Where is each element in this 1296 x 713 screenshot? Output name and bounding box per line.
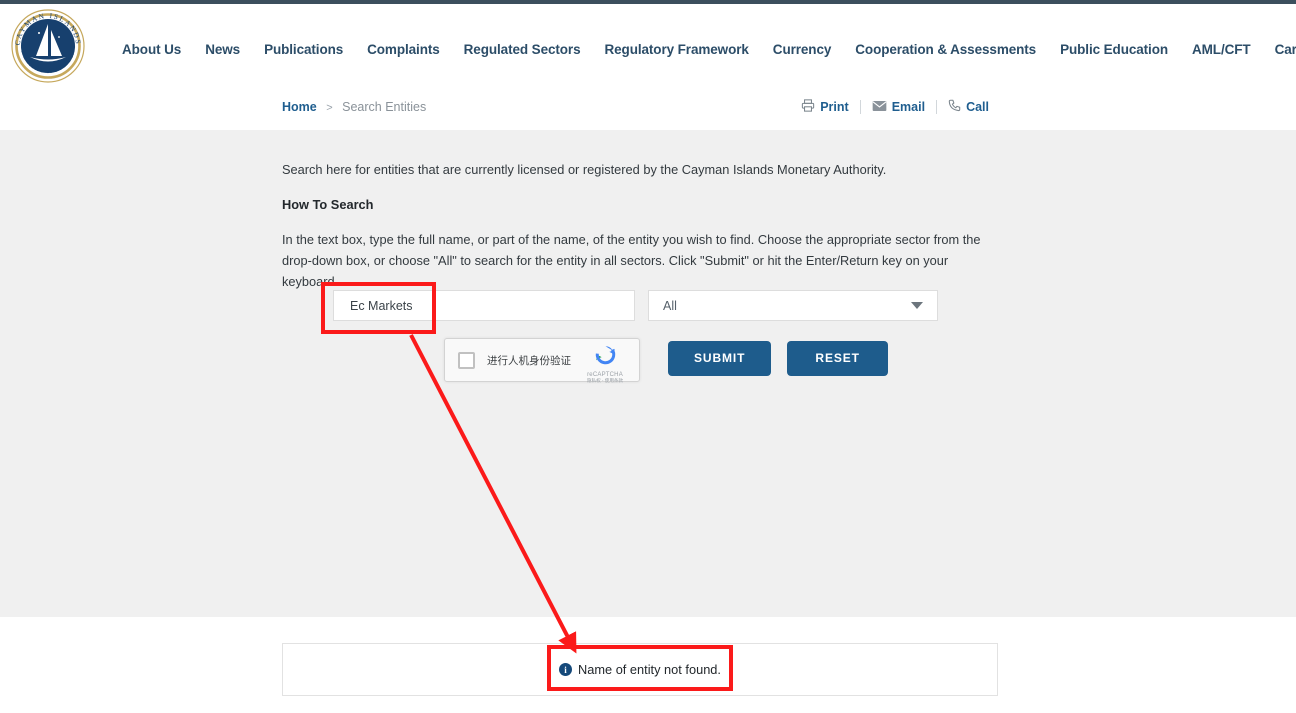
info-icon: i [559, 663, 572, 676]
recaptcha-icon [594, 343, 617, 371]
form-buttons: SUBMIT RESET [668, 341, 888, 376]
chevron-down-icon [911, 302, 923, 309]
nav-item-publications[interactable]: Publications [252, 42, 355, 57]
instructions-paragraph: In the text box, type the full name, or … [282, 232, 981, 289]
breadcrumb: Home > Search Entities [282, 100, 426, 114]
results-panel: i Name of entity not found. [282, 643, 998, 696]
sector-select[interactable]: All [648, 290, 938, 321]
breadcrumb-bar: Home > Search Entities Print Email Call [0, 88, 1296, 130]
how-to-search-heading: How To Search [282, 197, 374, 213]
envelope-icon [872, 100, 887, 115]
page-actions: Print Email Call [790, 99, 1000, 115]
not-found-message: i Name of entity not found. [559, 662, 721, 677]
submit-button[interactable]: SUBMIT [668, 341, 772, 376]
nav-item-aml-cft[interactable]: AML/CFT [1180, 42, 1263, 57]
recaptcha-widget[interactable]: 进行人机身份验证 reCAPTCHA 隐私权 - 使用条款 [444, 338, 640, 384]
page-root: CAYMAN ISLANDS MONETARY AUTHORITY About … [0, 0, 1296, 713]
site-header: CAYMAN ISLANDS MONETARY AUTHORITY About … [0, 1, 1296, 88]
nav-item-about-us[interactable]: About Us [110, 42, 193, 57]
breadcrumb-separator: > [326, 102, 333, 114]
main-navigation: About Us News Publications Complaints Re… [110, 36, 1296, 63]
cima-logo[interactable]: CAYMAN ISLANDS MONETARY AUTHORITY [4, 1, 88, 86]
call-label: Call [966, 100, 989, 114]
recaptcha-label: 进行人机身份验证 [487, 354, 571, 367]
nav-item-public-education[interactable]: Public Education [1048, 42, 1180, 57]
sector-select-value: All [663, 298, 677, 313]
printer-icon [801, 99, 815, 115]
print-label: Print [820, 100, 849, 114]
lead-paragraph: Search here for entities that are curren… [282, 162, 887, 177]
email-label: Email [891, 100, 926, 114]
nav-item-regulated-sectors[interactable]: Regulated Sectors [452, 42, 593, 57]
nav-item-complaints[interactable]: Complaints [355, 42, 452, 57]
recaptcha-branding: reCAPTCHA 隐私权 - 使用条款 [578, 343, 632, 384]
breadcrumb-home[interactable]: Home [282, 100, 317, 114]
phone-icon [948, 99, 961, 115]
entity-name-input[interactable]: Ec Markets [333, 290, 635, 321]
recaptcha-checkbox[interactable] [458, 351, 475, 369]
recaptcha-terms: 隐私权 - 使用条款 [586, 378, 624, 383]
nav-item-careers[interactable]: Careers [1263, 42, 1296, 57]
search-instructions: Search here for entities that are curren… [282, 160, 998, 293]
breadcrumb-current: Search Entities [342, 100, 427, 114]
call-action[interactable]: Call [937, 99, 1000, 115]
nav-item-currency[interactable]: Currency [761, 42, 843, 57]
email-action[interactable]: Email [861, 100, 936, 115]
nav-item-cooperation-assessments[interactable]: Cooperation & Assessments [843, 42, 1048, 57]
nav-item-regulatory-framework[interactable]: Regulatory Framework [593, 42, 761, 57]
print-action[interactable]: Print [790, 99, 859, 115]
not-found-text: Name of entity not found. [578, 662, 721, 677]
nav-item-news[interactable]: News [193, 42, 252, 57]
reset-button[interactable]: RESET [787, 341, 888, 376]
